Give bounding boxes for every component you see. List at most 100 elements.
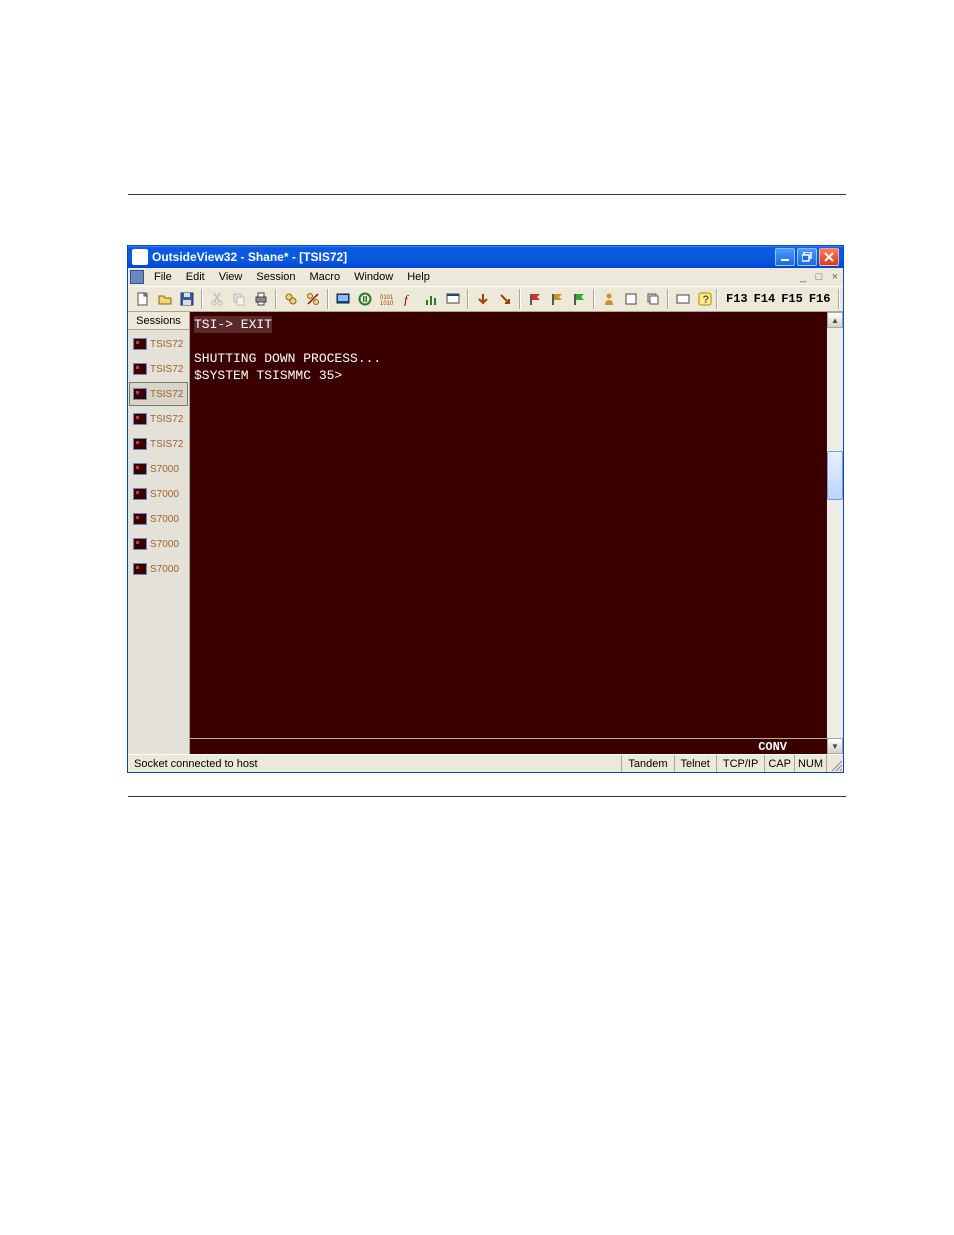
session-label: TSIS72: [150, 414, 183, 425]
session-label: TSIS72: [150, 364, 183, 375]
terminal-line: SHUTTING DOWN PROCESS...: [194, 350, 823, 367]
arrow-script-icon[interactable]: [494, 288, 516, 310]
terminal-icon[interactable]: [332, 288, 354, 310]
session-label: S7000: [150, 564, 179, 575]
close-button[interactable]: [819, 248, 839, 266]
flag2-icon[interactable]: [546, 288, 568, 310]
title-bar[interactable]: OutsideView32 - Shane* - [TSIS72]: [128, 246, 843, 268]
fkey-group-1: F13 F14 F15 F16: [720, 292, 836, 306]
session-item[interactable]: TSIS72: [129, 432, 188, 456]
menu-macro[interactable]: Macro: [304, 270, 347, 284]
status-caps: CAP: [765, 755, 795, 772]
disconnect-icon[interactable]: [302, 288, 324, 310]
bars-icon[interactable]: [420, 288, 442, 310]
terminal-session-icon: [133, 513, 147, 525]
page-divider: [128, 194, 846, 195]
session-item[interactable]: TSIS72: [129, 382, 188, 406]
session-label: S7000: [150, 539, 179, 550]
terminal-session-icon: [133, 463, 147, 475]
session-label: TSIS72: [150, 339, 183, 350]
status-message: Socket connected to host: [128, 755, 622, 772]
binary-icon[interactable]: 01011010: [376, 288, 398, 310]
sessions-header: Sessions: [128, 312, 189, 330]
session-item[interactable]: TSIS72: [129, 357, 188, 381]
terminal-wrap: TSI-> EXIT SHUTTING DOWN PROCESS...$SYST…: [190, 312, 843, 754]
menu-edit[interactable]: Edit: [180, 270, 211, 284]
minimize-button[interactable]: [775, 248, 795, 266]
window-controls: [775, 248, 839, 266]
terminal-line: $SYSTEM TSISMMC 35>: [194, 367, 823, 384]
session-item[interactable]: TSIS72: [129, 407, 188, 431]
vertical-scrollbar[interactable]: ▲ ▼: [827, 312, 843, 754]
session-label: TSIS72: [150, 389, 183, 400]
svg-text:?: ?: [703, 294, 710, 306]
new-file-icon[interactable]: [132, 288, 154, 310]
menu-session[interactable]: Session: [250, 270, 301, 284]
connect-icon[interactable]: [280, 288, 302, 310]
help-icon[interactable]: ?: [694, 288, 716, 310]
terminal-session-icon: [133, 438, 147, 450]
session-item[interactable]: TSIS72: [129, 332, 188, 356]
window-icon[interactable]: [442, 288, 464, 310]
menu-help[interactable]: Help: [401, 270, 436, 284]
person-icon[interactable]: [598, 288, 620, 310]
status-emulation: Tandem: [622, 755, 674, 772]
svg-text:f: f: [404, 292, 410, 306]
menu-view[interactable]: View: [213, 270, 249, 284]
save-icon[interactable]: [176, 288, 198, 310]
session-label: S7000: [150, 514, 179, 525]
mdi-close-icon[interactable]: ×: [829, 271, 841, 283]
function-icon[interactable]: f: [398, 288, 420, 310]
scroll-down-icon[interactable]: ▼: [827, 738, 843, 754]
cut-icon[interactable]: [206, 288, 228, 310]
mdi-controls: _ □ ×: [797, 271, 841, 283]
scroll-track[interactable]: [827, 328, 843, 738]
terminal-session-icon: [133, 388, 147, 400]
flag-icon[interactable]: [524, 288, 546, 310]
copy-icon[interactable]: [228, 288, 250, 310]
fkey-f14[interactable]: F14: [754, 292, 776, 306]
svg-text:1010: 1010: [380, 301, 394, 306]
stack-icon[interactable]: [642, 288, 664, 310]
fkey-f15[interactable]: F15: [781, 292, 803, 306]
session-item[interactable]: S7000: [129, 532, 188, 556]
session-item[interactable]: S7000: [129, 457, 188, 481]
session-item[interactable]: S7000: [129, 507, 188, 531]
session-item[interactable]: S7000: [129, 482, 188, 506]
scroll-thumb[interactable]: [827, 451, 843, 500]
menu-window[interactable]: Window: [348, 270, 399, 284]
client-area: Sessions TSIS72TSIS72TSIS72TSIS72TSIS72S…: [128, 312, 843, 754]
fkey-f13[interactable]: F13: [726, 292, 748, 306]
mdi-minimize-icon[interactable]: _: [797, 271, 809, 283]
terminal-mode-label: CONV: [758, 740, 787, 754]
mdi-restore-icon[interactable]: □: [813, 271, 825, 283]
terminal-session-icon: [133, 413, 147, 425]
application-window: OutsideView32 - Shane* - [TSIS72] File E…: [127, 245, 844, 773]
sessions-list: TSIS72TSIS72TSIS72TSIS72TSIS72S7000S7000…: [128, 330, 189, 754]
mdi-child-icon[interactable]: [130, 270, 144, 284]
square-icon[interactable]: [620, 288, 642, 310]
status-num: NUM: [795, 755, 827, 772]
session-item[interactable]: S7000: [129, 557, 188, 581]
menu-bar: File Edit View Session Macro Window Help…: [128, 268, 843, 286]
rect-icon[interactable]: [672, 288, 694, 310]
pause-icon[interactable]: [354, 288, 376, 310]
resize-grip-icon[interactable]: [827, 755, 843, 772]
arrow-down-icon[interactable]: [472, 288, 494, 310]
open-icon[interactable]: [154, 288, 176, 310]
fkey-f16[interactable]: F16: [809, 292, 831, 306]
terminal[interactable]: TSI-> EXIT SHUTTING DOWN PROCESS...$SYST…: [190, 312, 827, 754]
terminal-line: [194, 333, 823, 350]
scroll-up-icon[interactable]: ▲: [827, 312, 843, 328]
restore-button[interactable]: [797, 248, 817, 266]
session-label: S7000: [150, 489, 179, 500]
flag3-icon[interactable]: [568, 288, 590, 310]
terminal-session-icon: [133, 363, 147, 375]
menu-file[interactable]: File: [148, 270, 178, 284]
sessions-sidebar: Sessions TSIS72TSIS72TSIS72TSIS72TSIS72S…: [128, 312, 190, 754]
app-icon: [132, 249, 148, 265]
print-icon[interactable]: [250, 288, 272, 310]
terminal-session-icon: [133, 488, 147, 500]
terminal-line: TSI-> EXIT: [194, 316, 272, 333]
terminal-session-icon: [133, 338, 147, 350]
